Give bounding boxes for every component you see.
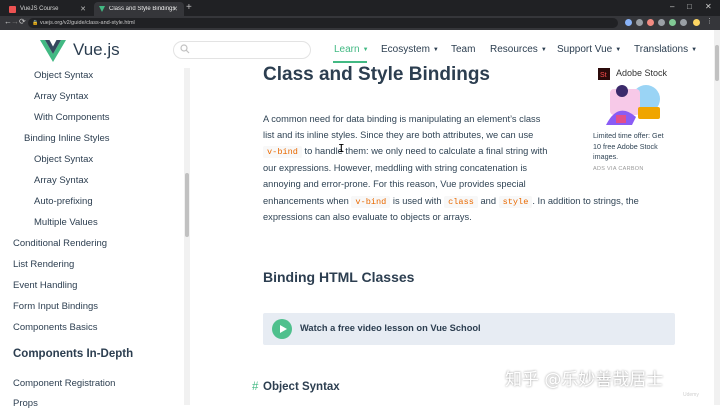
nav-team[interactable]: Team [451, 44, 475, 55]
close-tab-icon[interactable]: ✕ [80, 5, 86, 13]
watermark: 知乎 @乐妙善哉居士 [505, 370, 664, 390]
extension-icon[interactable] [647, 19, 654, 26]
extension-icon[interactable] [625, 19, 632, 26]
text-cursor-icon: I [338, 142, 345, 155]
extension-icon[interactable] [680, 19, 687, 26]
inline-code: class [444, 196, 478, 208]
chevron-down-icon: ▼ [615, 47, 622, 53]
ad-text-line[interactable]: Limited time offer: Get [593, 131, 683, 141]
nav-support-vue[interactable]: Support Vue ▼ [557, 44, 621, 55]
browser-tab-bar: VueJS Course ✕ Class and Style Bindings … [0, 0, 720, 16]
url-text: vuejs.org/v2/guide/class-and-style.html [40, 20, 135, 26]
browser-tab-class-style-bindings[interactable]: Class and Style Bindings — Vue.js ✕ [94, 2, 184, 16]
chevron-down-icon: ▼ [691, 47, 698, 53]
maximize-button[interactable]: □ [687, 2, 692, 11]
ad-text-line[interactable]: images. [593, 152, 683, 162]
extension-icon[interactable] [658, 19, 665, 26]
profile-avatar[interactable] [693, 19, 700, 26]
sidebar-item-with-components[interactable]: With Components [34, 112, 110, 123]
sidebar-item-list-rendering[interactable]: List Rendering [13, 259, 74, 270]
play-triangle-icon [280, 325, 287, 333]
address-bar: ← → ⟳ 🔒 vuejs.org/v2/guide/class-and-sty… [0, 16, 720, 30]
vue-favicon-icon [99, 6, 105, 12]
ad-text-line[interactable]: 10 free Adobe Stock [593, 142, 683, 152]
section-heading: Binding HTML Classes [263, 269, 415, 285]
sidebar-item-form-input-bindings[interactable]: Form Input Bindings [13, 301, 98, 312]
ad-brand[interactable]: Adobe Stock [616, 68, 667, 78]
tab-title: Class and Style Bindings — Vue.js [109, 6, 175, 12]
window-close-button[interactable]: ✕ [705, 2, 712, 11]
page-title: Class and Style Bindings [263, 64, 490, 85]
intro-line: enhancements when v-bind is used with cl… [263, 196, 639, 208]
subheading: Object Syntax [263, 381, 340, 393]
sidebar-item-binding-inline-styles[interactable]: Binding Inline Styles [24, 133, 110, 144]
extension-icon[interactable] [636, 19, 643, 26]
nav-learn[interactable]: Learn ▼ [334, 44, 369, 55]
video-lesson-link[interactable]: Watch a free video lesson on Vue School [300, 323, 481, 333]
inline-code: style [498, 196, 533, 208]
sidebar-item-components-basics[interactable]: Components Basics [13, 322, 97, 333]
nav-active-underline [333, 61, 367, 63]
page-scrollbar[interactable] [714, 30, 720, 405]
extension-icon[interactable] [669, 19, 676, 26]
svg-text:St: St [600, 72, 607, 79]
chevron-down-icon: ▼ [362, 47, 369, 53]
sidebar-item-component-registration[interactable]: Component Registration [13, 378, 115, 389]
search-input[interactable] [173, 41, 311, 59]
brand-name[interactable]: Vue.js [73, 40, 120, 60]
nav-translations[interactable]: Translations ▼ [634, 44, 697, 55]
udemy-corner-mark: Udemy [683, 392, 699, 398]
intro-line: expressions can also evaluate to objects… [263, 212, 472, 222]
forward-button[interactable]: → [11, 17, 19, 26]
search-icon [180, 44, 190, 54]
inline-code: v-bind [263, 146, 302, 158]
sidebar-scrollbar-thumb[interactable] [185, 173, 189, 237]
sidebar-item-event-handling[interactable]: Event Handling [13, 280, 77, 291]
udemy-favicon-icon [9, 5, 16, 13]
tab-title: VueJS Course [20, 6, 59, 12]
sidebar-item-multiple-values[interactable]: Multiple Values [34, 217, 98, 228]
vue-logo-icon[interactable] [40, 40, 66, 62]
nav-resources[interactable]: Resources ▼ [490, 44, 547, 55]
chevron-down-icon: ▼ [432, 47, 439, 53]
reload-button[interactable]: ⟳ [19, 17, 26, 26]
sidebar-item-object-syntax[interactable]: Object Syntax [34, 70, 93, 81]
sidebar-item-conditional-rendering[interactable]: Conditional Rendering [13, 238, 107, 249]
browser-tab-vuejs-course[interactable]: VueJS Course ✕ [4, 2, 92, 16]
sidebar-item-array-syntax[interactable]: Array Syntax [34, 175, 88, 186]
sidebar-section-title: Components In-Depth [13, 348, 134, 360]
minimize-button[interactable]: – [670, 2, 674, 11]
sidebar-item-object-syntax[interactable]: Object Syntax [34, 154, 93, 165]
sidebar-item-auto-prefixing[interactable]: Auto-prefixing [34, 196, 93, 207]
anchor-hash-link[interactable]: # [252, 381, 258, 393]
close-tab-icon[interactable]: ✕ [172, 5, 178, 13]
url-field[interactable]: 🔒 vuejs.org/v2/guide/class-and-style.htm… [28, 18, 618, 28]
new-tab-button[interactable]: + [186, 2, 192, 13]
lock-icon: 🔒 [32, 20, 39, 26]
inline-code: v-bind [351, 196, 391, 208]
menu-kebab-icon[interactable]: ⋮ [706, 17, 713, 25]
sidebar-item-props[interactable]: Props [13, 398, 38, 409]
sidebar-item-array-syntax[interactable]: Array Syntax [34, 91, 88, 102]
chevron-down-icon: ▼ [540, 47, 547, 53]
intro-line: annoying and error-prone. For this reaso… [263, 179, 526, 189]
nav-ecosystem[interactable]: Ecosystem ▼ [381, 44, 439, 55]
page-scrollbar-thumb[interactable] [715, 45, 719, 81]
ad-via-carbon[interactable]: ADS VIA CARBON [593, 166, 644, 172]
